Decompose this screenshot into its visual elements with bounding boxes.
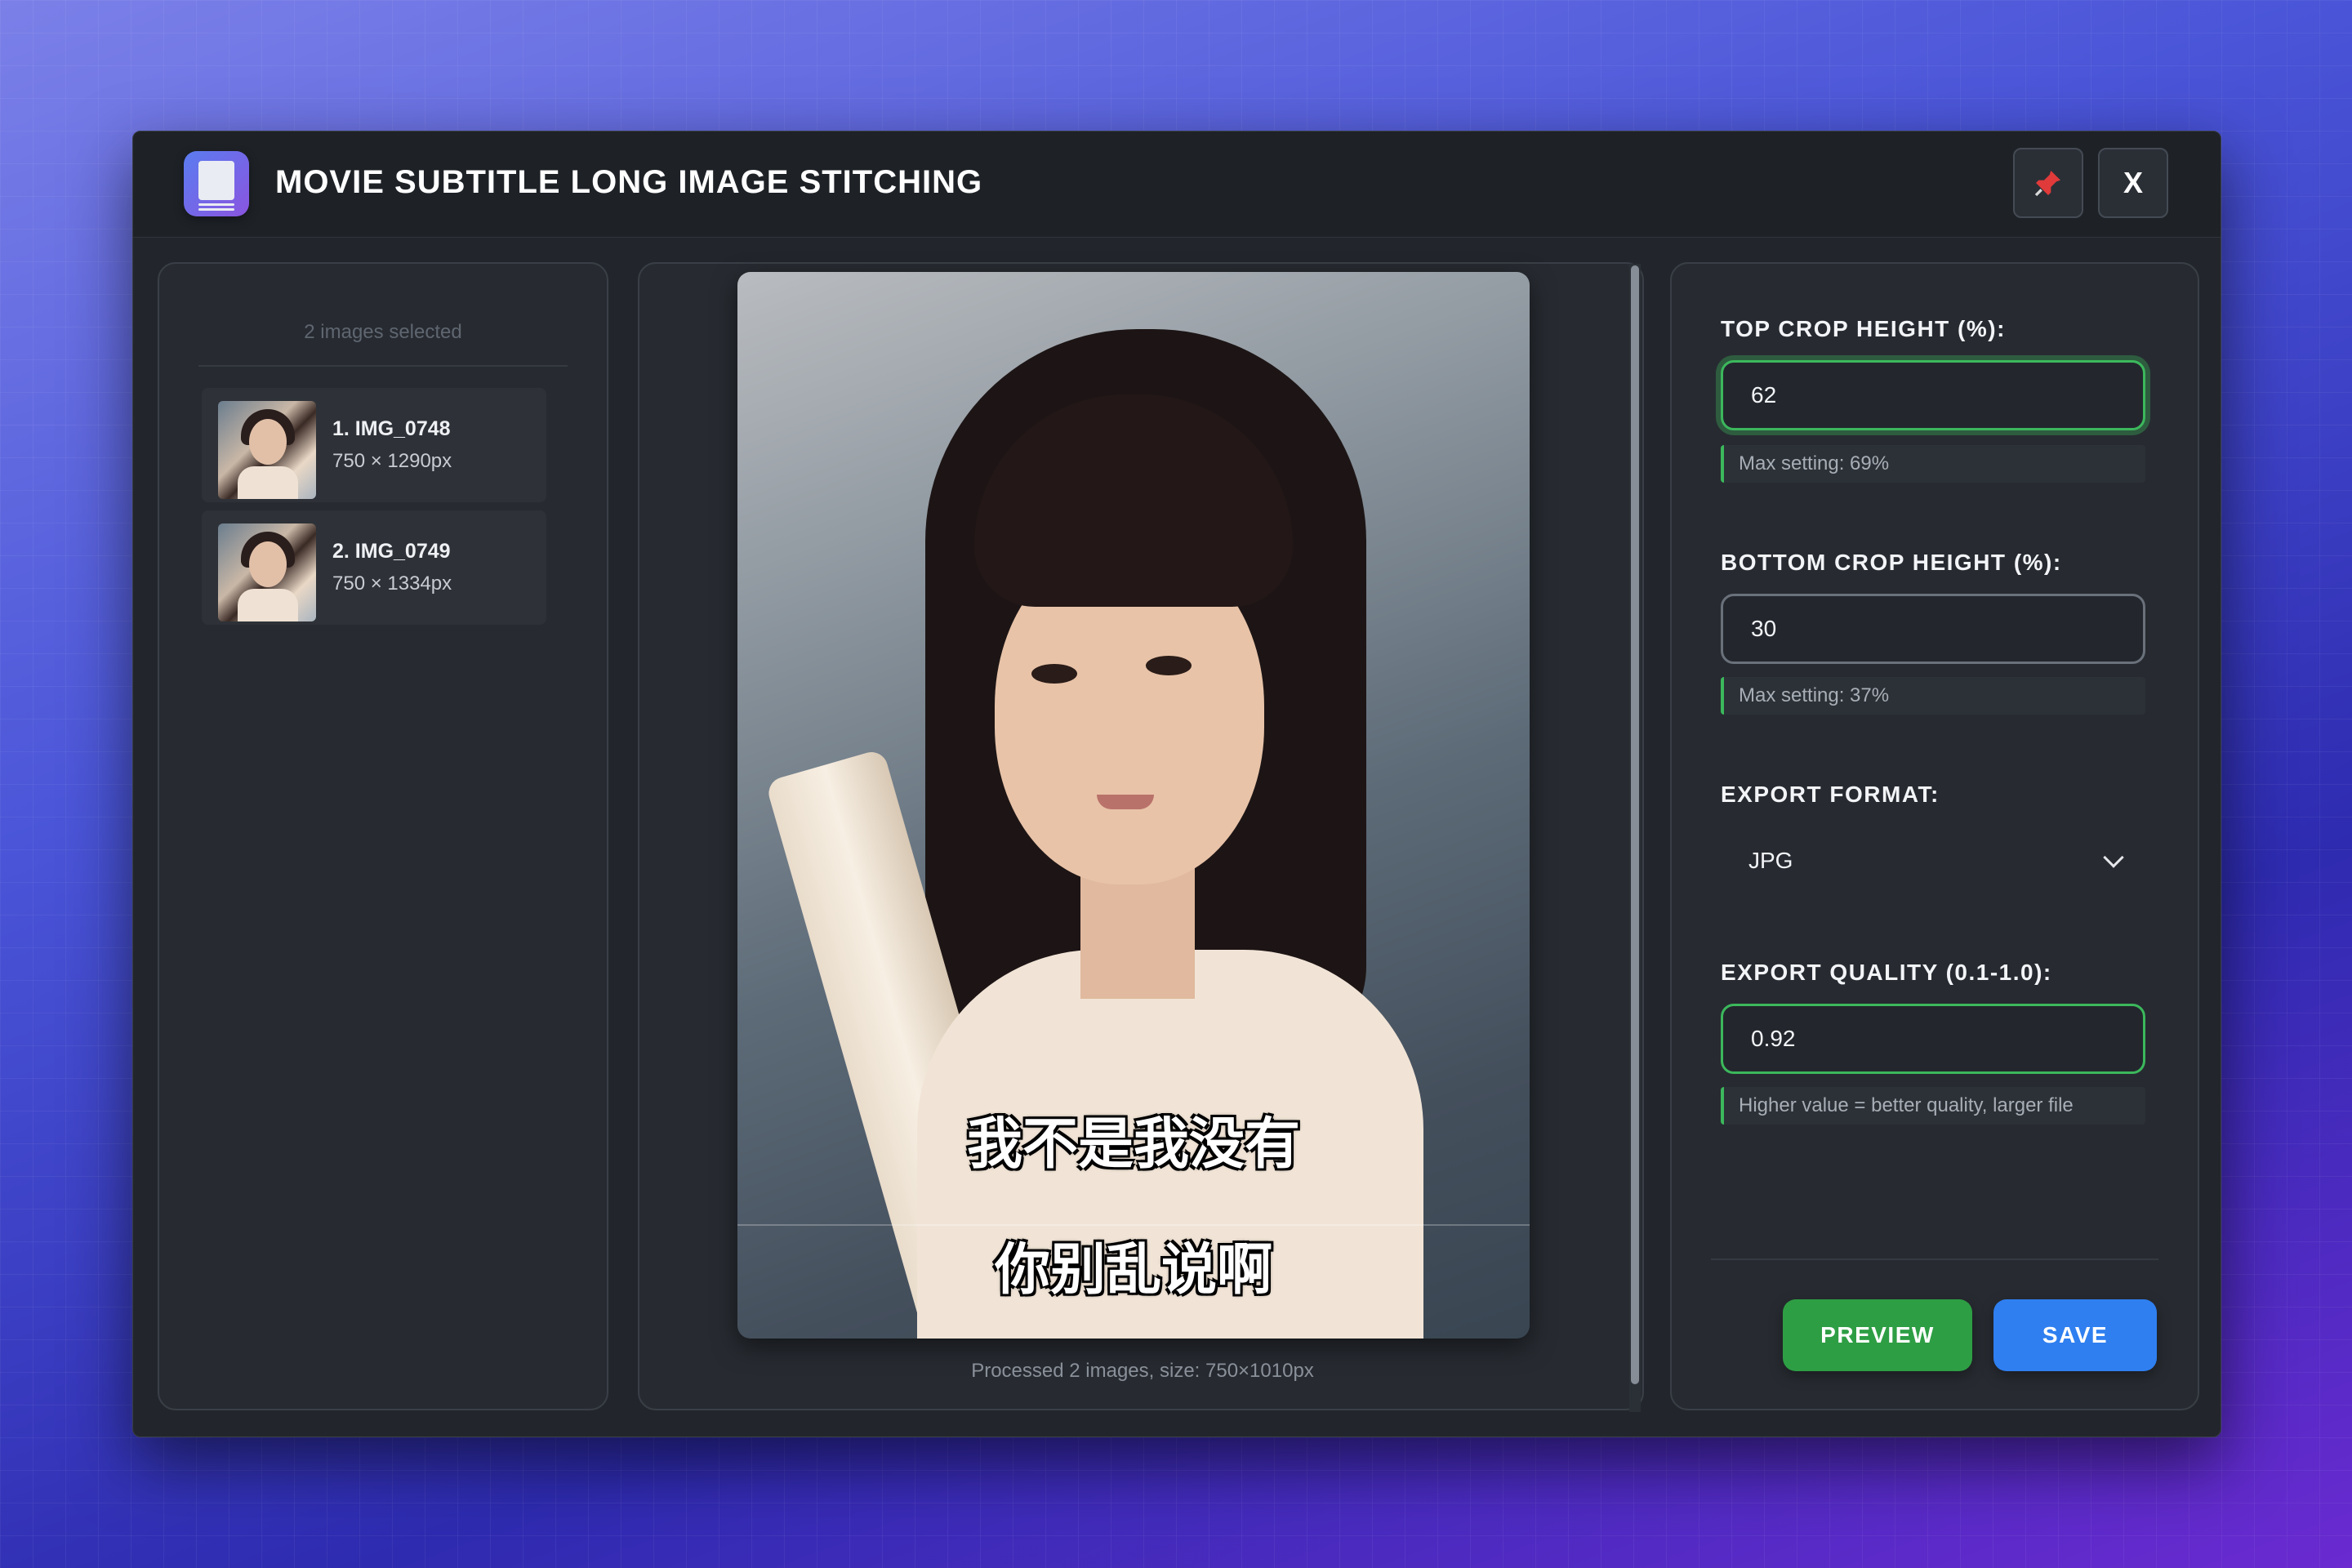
stitched-preview-image: 我不是我没有 你别乱说啊 (737, 272, 1530, 1339)
image-list-item[interactable]: 2. IMG_0749 750 × 1334px (202, 510, 546, 625)
app-logo-icon (184, 151, 249, 216)
image-list-item[interactable]: 1. IMG_0748 750 × 1290px (202, 388, 546, 502)
export-quality-label: EXPORT QUALITY (0.1-1.0): (1721, 960, 2052, 985)
preview-scrollbar-thumb[interactable] (1631, 265, 1639, 1384)
pin-icon (2034, 171, 2060, 197)
image-thumbnail (218, 401, 316, 499)
bottom-crop-label: BOTTOM CROP HEIGHT (%): (1721, 550, 2062, 575)
image-size: 750 × 1334px (332, 572, 452, 595)
preview-panel: 我不是我没有 你别乱说啊 Processed 2 images, size: 7… (638, 262, 1644, 1412)
close-button[interactable]: X (2098, 148, 2168, 218)
pin-button[interactable] (2013, 148, 2083, 218)
top-crop-label: TOP CROP HEIGHT (%): (1721, 316, 2006, 341)
divider (1711, 1258, 2158, 1260)
export-format-value: JPG (1748, 848, 1793, 873)
save-button[interactable]: SAVE (1993, 1299, 2157, 1371)
image-name: 2. IMG_0749 (332, 540, 451, 563)
title-bar: MOVIE SUBTITLE LONG IMAGE STITCHING X (133, 131, 2221, 238)
subtitle-line-1: 我不是我没有 (966, 1113, 1300, 1175)
app-title: MOVIE SUBTITLE LONG IMAGE STITCHING (275, 164, 983, 200)
export-quality-hint: Higher value = better quality, larger fi… (1721, 1087, 2145, 1125)
top-crop-hint: Max setting: 69% (1721, 445, 2145, 483)
export-format-select[interactable]: JPG (1721, 826, 2145, 896)
divider (198, 365, 568, 367)
top-crop-input[interactable]: 62 (1721, 360, 2145, 430)
processing-status: Processed 2 images, size: 750×1010px (971, 1360, 1314, 1382)
settings-panel: TOP CROP HEIGHT (%): 62 Max setting: 69%… (1670, 262, 2199, 1410)
export-format-label: EXPORT FORMAT: (1721, 782, 1940, 807)
preview-button[interactable]: PREVIEW (1783, 1299, 1972, 1371)
chevron-down-icon (2103, 847, 2124, 868)
image-thumbnail (218, 523, 316, 621)
image-size: 750 × 1290px (332, 450, 452, 472)
image-list-panel: 2 images selected 1. IMG_0748 750 × 1290… (158, 262, 608, 1410)
subtitle-line-2: 你别乱说啊 (994, 1239, 1272, 1301)
app-window: MOVIE SUBTITLE LONG IMAGE STITCHING X 2 … (132, 131, 2221, 1437)
bottom-crop-hint: Max setting: 37% (1721, 677, 2145, 715)
selected-count: 2 images selected (304, 321, 462, 343)
image-name: 1. IMG_0748 (332, 417, 451, 440)
export-quality-input[interactable]: 0.92 (1721, 1004, 2145, 1074)
bottom-crop-input[interactable]: 30 (1721, 594, 2145, 664)
